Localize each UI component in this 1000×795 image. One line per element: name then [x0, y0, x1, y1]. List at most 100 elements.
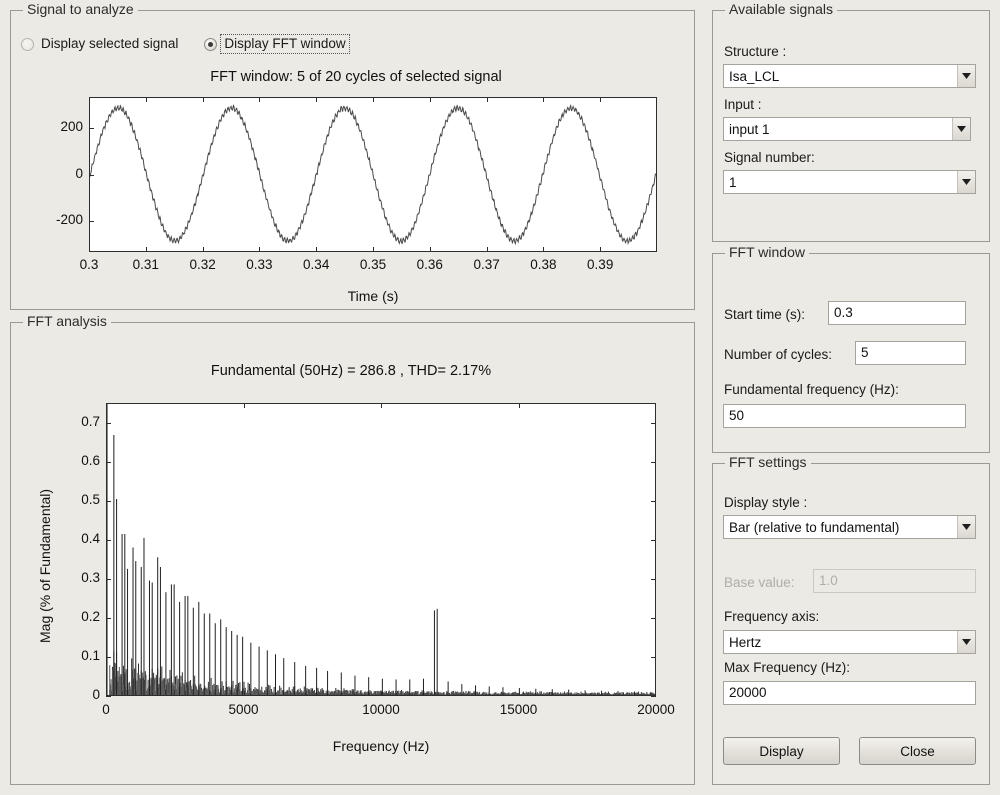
frequency-axis-dropdown[interactable]: Hertz [723, 630, 976, 654]
fft-spectrum-y-tick: 0.5 [81, 491, 100, 507]
axis-tick-mark [106, 462, 111, 463]
fft-spectrum-y-tick: 0.2 [81, 608, 100, 624]
axis-tick-mark [600, 97, 601, 102]
fft-spectrum-chart-title: Fundamental (50Hz) = 286.8 , THD= 2.17% [210, 363, 492, 379]
chevron-down-icon[interactable] [957, 516, 975, 538]
axis-tick-mark [651, 657, 656, 658]
fundamental-frequency-input[interactable]: 50 [723, 404, 966, 428]
axis-tick-mark [89, 175, 94, 176]
axis-tick-mark [244, 691, 245, 696]
axis-tick-mark [89, 97, 90, 102]
fft-window-title: FFT window [725, 245, 809, 260]
fft-spectrum-y-tick: 0 [92, 687, 100, 702]
axis-tick-mark [373, 97, 374, 102]
time-domain-x-tick: 0.36 [416, 257, 443, 272]
fft-spectrum-y-axis-label: Mag (% of Fundamental) [37, 488, 53, 643]
time-domain-x-axis-label: Time (s) [347, 288, 399, 304]
axis-tick-mark [203, 97, 204, 102]
axis-tick-mark [600, 247, 601, 252]
axis-tick-mark [106, 618, 111, 619]
chevron-down-icon[interactable] [957, 631, 975, 653]
frequency-axis-label: Frequency axis: [724, 609, 820, 624]
display-style-dropdown[interactable]: Bar (relative to fundamental) [723, 515, 976, 539]
chevron-down-icon[interactable] [957, 65, 975, 87]
structure-dropdown[interactable]: Isa_LCL [723, 64, 976, 88]
time-domain-x-tick: 0.33 [246, 257, 273, 272]
fft-spectrum-y-tick: 0.3 [81, 569, 100, 585]
time-domain-chart-title: FFT window: 5 of 20 cycles of selected s… [210, 69, 502, 85]
time-domain-x-tick: 0.3 [79, 257, 99, 272]
close-button[interactable]: Close [859, 737, 976, 765]
axis-tick-mark [430, 247, 431, 252]
axis-tick-mark [655, 691, 656, 696]
axis-tick-mark [259, 97, 260, 102]
axis-tick-mark [651, 540, 656, 541]
signal-number-dropdown-value: 1 [729, 174, 737, 190]
axis-tick-mark [487, 247, 488, 252]
max-frequency-input[interactable]: 20000 [723, 681, 976, 705]
axis-tick-mark [106, 579, 111, 580]
available-signals-title: Available signals [725, 2, 838, 17]
axis-tick-mark [519, 403, 520, 408]
fft-spectrum-chart: Fundamental (50Hz) = 286.8 , THD= 2.17% … [11, 323, 696, 786]
time-domain-x-tick: 0.34 [303, 257, 330, 272]
time-domain-chart: FFT window: 5 of 20 cycles of selected s… [11, 11, 696, 311]
number-of-cycles-label: Number of cycles: [724, 347, 833, 362]
signal-to-analyze-panel: Signal to analyze Display selected signa… [10, 2, 696, 311]
time-domain-plot-area [89, 97, 657, 252]
fft-spectrum-y-tick: 0.4 [81, 530, 100, 546]
available-signals-panel: Available signals Structure : Isa_LCL In… [712, 2, 990, 242]
axis-tick-mark [430, 97, 431, 102]
time-domain-x-tick: 0.32 [189, 257, 216, 272]
axis-tick-mark [316, 97, 317, 102]
signal-number-dropdown[interactable]: 1 [723, 170, 976, 194]
axis-tick-mark [543, 247, 544, 252]
fft-window-panel: FFT window Start time (s): 0.3 Number of… [712, 245, 990, 453]
input-dropdown[interactable]: input 1 [723, 117, 971, 141]
axis-tick-mark [487, 97, 488, 102]
time-domain-x-tick: 0.37 [473, 257, 500, 272]
signal-number-label: Signal number: [724, 150, 815, 165]
fft-settings-title: FFT settings [725, 455, 811, 470]
chevron-down-icon[interactable] [952, 118, 970, 140]
axis-tick-mark [106, 403, 107, 408]
axis-tick-mark [244, 403, 245, 408]
fft-spectrum-y-tick: 0.7 [81, 413, 100, 429]
axis-tick-mark [651, 696, 656, 697]
input-dropdown-value: input 1 [729, 121, 770, 137]
axis-tick-mark [106, 691, 107, 696]
time-domain-y-tick: -200 [55, 212, 83, 228]
axis-tick-mark [373, 247, 374, 252]
time-domain-waveform [90, 103, 656, 246]
time-domain-x-tick: 0.31 [132, 257, 159, 272]
axis-tick-mark [655, 403, 656, 408]
axis-tick-mark [651, 579, 656, 580]
display-style-label: Display style : [724, 495, 808, 510]
fft-spectrum-x-tick: 20000 [637, 702, 675, 717]
fft-spectrum-x-axis-label: Frequency (Hz) [332, 738, 430, 754]
axis-tick-mark [106, 657, 111, 658]
axis-tick-mark [146, 247, 147, 252]
axis-tick-mark [651, 501, 656, 502]
fft-spectrum-bars [107, 404, 655, 695]
axis-tick-mark [259, 247, 260, 252]
axis-tick-mark [381, 691, 382, 696]
start-time-label: Start time (s): [724, 307, 806, 322]
axis-tick-mark [381, 403, 382, 408]
number-of-cycles-input[interactable]: 5 [855, 341, 966, 365]
fft-spectrum-x-tick: 10000 [362, 702, 400, 717]
display-button[interactable]: Display [723, 737, 840, 765]
display-style-dropdown-value: Bar (relative to fundamental) [729, 519, 900, 535]
frequency-axis-dropdown-value: Hertz [729, 634, 762, 650]
structure-label: Structure : [724, 44, 787, 59]
axis-tick-mark [106, 540, 111, 541]
base-value-input: 1.0 [813, 569, 976, 593]
start-time-input[interactable]: 0.3 [828, 301, 966, 325]
max-frequency-label: Max Frequency (Hz): [724, 660, 851, 675]
time-domain-x-tick: 0.39 [587, 257, 614, 272]
axis-tick-mark [316, 247, 317, 252]
chevron-down-icon[interactable] [957, 171, 975, 193]
time-domain-y-tick: 0 [75, 165, 83, 181]
fft-settings-panel: FFT settings Display style : Bar (relati… [712, 455, 990, 785]
axis-tick-mark [89, 247, 90, 252]
